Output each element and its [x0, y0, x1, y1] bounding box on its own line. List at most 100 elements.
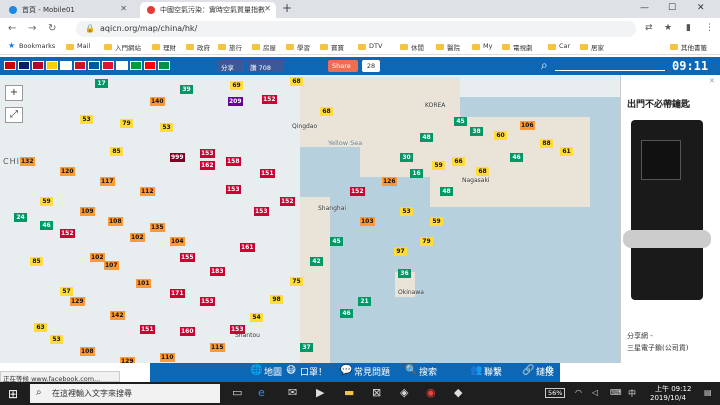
aqi-marker[interactable]: 30 [400, 153, 413, 162]
aqi-marker[interactable]: 61 [560, 147, 573, 156]
edge-icon[interactable]: e [258, 386, 265, 399]
aqi-marker[interactable]: 151 [260, 169, 275, 178]
aqi-marker[interactable]: 88 [540, 139, 553, 148]
aqi-marker[interactable]: 17 [95, 79, 108, 88]
aqi-marker[interactable]: 79 [420, 237, 433, 246]
new-tab-button[interactable]: + [282, 1, 292, 15]
bottom-nav-item[interactable]: 🌐 地圖 [250, 365, 282, 380]
taskbar-date[interactable]: 2019/10/4 [650, 394, 686, 402]
facebook-share-button[interactable]: 分享 [218, 60, 244, 72]
aqi-marker[interactable]: 57 [60, 287, 73, 296]
aqi-marker[interactable]: 59 [430, 217, 443, 226]
aqi-marker[interactable]: 101 [136, 279, 151, 288]
volume-icon[interactable]: ◁ [592, 388, 598, 397]
bookmark-item[interactable]: Bookmarks [8, 41, 55, 50]
bookmark-item[interactable]: 其他書籤 [670, 42, 707, 52]
aqi-marker[interactable]: 53 [160, 123, 173, 132]
aqi-marker[interactable]: 48 [420, 133, 433, 142]
aqi-marker[interactable]: 155 [180, 253, 195, 262]
aqi-marker[interactable]: 109 [80, 207, 95, 216]
bookmark-item[interactable]: DTV [358, 42, 382, 50]
bookmark-item[interactable]: 休閒 [400, 42, 424, 52]
ad-close-icon[interactable]: ✕ [709, 77, 715, 85]
aqi-marker[interactable]: 75 [290, 277, 303, 286]
facebook-like-button[interactable]: 讚 708 [247, 60, 283, 72]
language-flag-icon[interactable] [74, 61, 86, 70]
aqi-marker[interactable]: 53 [400, 207, 413, 216]
aqi-marker[interactable]: 129 [70, 297, 85, 306]
menu-icon[interactable]: ⋮ [705, 23, 714, 33]
chrome-icon[interactable]: ◉ [426, 386, 436, 399]
ad-panel[interactable]: ✕ 出門不必帶鑰匙 分享網 - 三星電子鎖(公司貨) [620, 75, 720, 363]
tab-mobile01[interactable]: 首頁 - Mobile01 ✕ [2, 2, 132, 18]
language-flag-icon[interactable] [130, 61, 142, 70]
language-flag-icon[interactable] [32, 61, 44, 70]
mail-icon[interactable]: ✉ [288, 386, 297, 399]
reload-icon[interactable]: ↻ [48, 23, 56, 34]
aqi-marker[interactable]: 36 [398, 269, 411, 278]
bottom-nav-item[interactable]: 😷 口罩！ [286, 365, 327, 380]
aqi-marker[interactable]: 102 [90, 253, 105, 262]
aqi-marker[interactable]: 153 [200, 297, 215, 306]
language-flag-icon[interactable] [88, 61, 100, 70]
bookmark-item[interactable]: 學習 [286, 42, 310, 52]
bookmark-item[interactable]: 居家 [580, 42, 604, 52]
language-flag-icon[interactable] [4, 61, 16, 70]
aqi-marker[interactable]: 142 [110, 311, 125, 320]
aqi-marker[interactable]: 117 [100, 177, 115, 186]
taskbar-search-input[interactable]: ⌕ 在這裡輸入文字來搜尋 [30, 384, 220, 403]
aqi-marker[interactable]: 21 [358, 297, 371, 306]
aqi-marker[interactable]: 162 [200, 161, 215, 170]
bookmark-item[interactable]: 政府 [186, 42, 210, 52]
aqi-marker[interactable]: 108 [108, 217, 123, 226]
aqi-marker[interactable]: 108 [80, 347, 95, 356]
aqi-marker[interactable]: 152 [280, 197, 295, 206]
aqi-marker[interactable]: 38 [470, 127, 483, 136]
aqi-marker[interactable]: 152 [60, 229, 75, 238]
aqi-marker[interactable]: 126 [382, 177, 397, 186]
keyboard-icon[interactable]: ⌨ [610, 388, 622, 397]
zoom-in-button[interactable]: + [5, 85, 23, 101]
aqi-marker[interactable]: 60 [494, 131, 507, 140]
aqi-marker[interactable]: 102 [130, 233, 145, 242]
aqi-marker[interactable]: 135 [150, 223, 165, 232]
ime-icon[interactable]: 中 [628, 388, 636, 399]
app-icon[interactable]: ◈ [400, 386, 408, 399]
bookmark-item[interactable]: 醫院 [436, 42, 460, 52]
aqi-marker[interactable]: 110 [160, 353, 175, 362]
aqi-marker[interactable]: 153 [230, 325, 245, 334]
aqi-marker[interactable]: 39 [180, 85, 193, 94]
aqi-marker[interactable]: 53 [50, 335, 63, 344]
bookmark-star-icon[interactable]: ★ [664, 23, 672, 33]
aqi-marker[interactable]: 112 [140, 187, 155, 196]
bookmark-item[interactable]: 理財 [152, 42, 176, 52]
language-flag-icon[interactable] [102, 61, 114, 70]
aqi-marker[interactable]: 16 [410, 169, 423, 178]
aqi-marker[interactable]: 103 [360, 217, 375, 226]
aqi-marker[interactable]: 48 [440, 187, 453, 196]
url-input[interactable]: 🔒 aqicn.org/map/china/hk/ [76, 21, 636, 37]
bookmark-item[interactable]: 入門網站 [104, 42, 141, 52]
fullscreen-button[interactable]: ⤢ [5, 107, 23, 123]
extension-icon[interactable]: ▮ [686, 23, 691, 33]
bookmark-item[interactable]: 房屋 [252, 42, 276, 52]
aqi-marker[interactable]: 153 [254, 207, 269, 216]
aqi-marker[interactable]: 42 [310, 257, 323, 266]
aqi-marker[interactable]: 85 [110, 147, 123, 156]
aqi-map[interactable]: CHINA Yellow Sea Qingdao Shanghai Shanto… [0, 57, 620, 363]
aqi-marker[interactable]: 69 [230, 81, 243, 90]
language-flag-icon[interactable] [158, 61, 170, 70]
translate-icon[interactable]: ⇄ [645, 23, 653, 33]
aqi-marker[interactable]: 115 [210, 343, 225, 352]
aqi-marker[interactable]: 153 [226, 185, 241, 194]
aqi-marker[interactable]: 999 [170, 153, 185, 162]
bookmark-item[interactable]: Mail [66, 42, 90, 50]
back-icon[interactable]: ← [8, 23, 16, 34]
aqi-marker[interactable]: 151 [140, 325, 155, 334]
aqi-marker[interactable]: 46 [340, 309, 353, 318]
aqi-marker[interactable]: 140 [150, 97, 165, 106]
media-icon[interactable]: ▶ [316, 386, 324, 399]
aqi-marker[interactable]: 152 [262, 95, 277, 104]
store-icon[interactable]: ⊠ [372, 386, 381, 399]
share-button[interactable]: Share [328, 60, 358, 72]
